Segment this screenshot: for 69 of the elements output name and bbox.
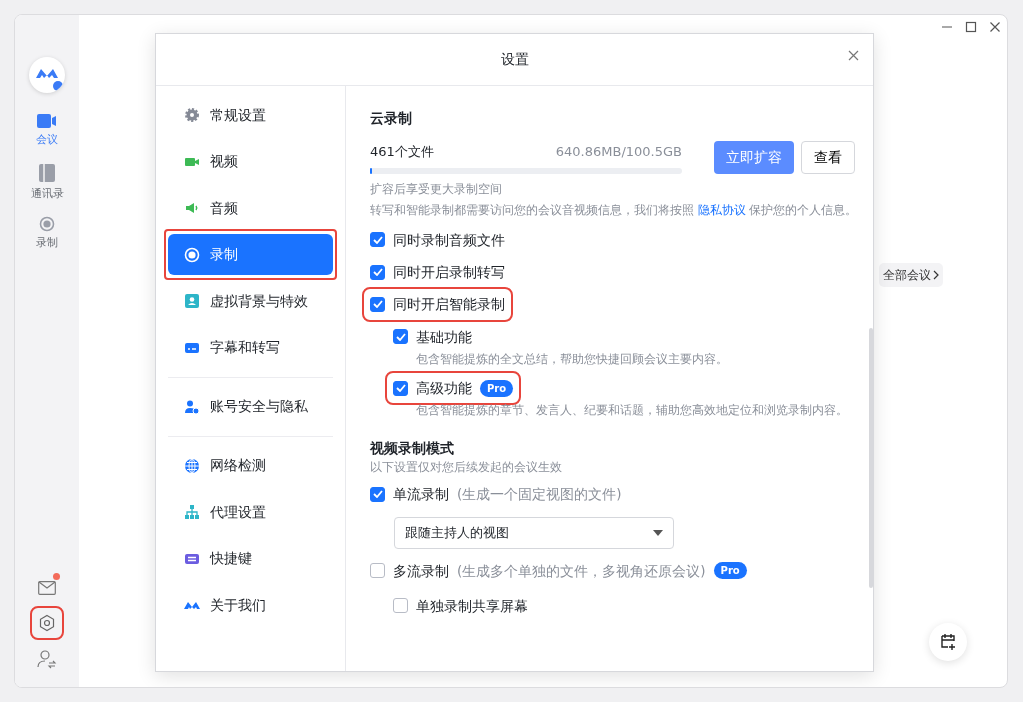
settings-nav-item[interactable]: 快捷键: [168, 538, 333, 579]
option-note: (生成一个固定视图的文件): [457, 485, 622, 505]
settings-nav-item[interactable]: 关于我们: [168, 584, 333, 626]
calendar-plus-icon: [938, 632, 958, 652]
option-label: 同时录制音频文件: [393, 230, 505, 250]
rail-tab[interactable]: 会议: [36, 113, 58, 149]
rail-tab[interactable]: 录制: [36, 216, 58, 252]
option-description: 包含智能提炼的章节、发言人、纪要和话题，辅助您高效地定位和浏览录制内容。: [416, 402, 849, 420]
record-icon: [184, 246, 200, 263]
option-label: 单流录制: [393, 485, 449, 505]
close-icon[interactable]: [848, 50, 859, 61]
mail-icon: [38, 581, 56, 595]
storage-usage: 640.86MB/100.5GB: [555, 142, 682, 161]
option-label: 同时开启智能录制: [393, 295, 505, 315]
user-shield-icon: [184, 398, 200, 415]
option-label: 多流录制: [393, 561, 449, 581]
settings-nav-item[interactable]: 视频: [168, 141, 333, 182]
checkbox[interactable]: [393, 329, 408, 345]
settings-nav-item[interactable]: 录制: [168, 234, 333, 275]
record-icon: [39, 216, 55, 232]
globe-icon: [184, 457, 200, 474]
settings-nav-item[interactable]: 代理设置: [168, 491, 333, 533]
settings-nav-item[interactable]: 虚拟背景与特效: [168, 280, 333, 322]
close-icon[interactable]: [989, 21, 1001, 33]
checkbox[interactable]: [370, 563, 385, 579]
all-meetings-link[interactable]: 全部会议: [879, 263, 943, 287]
privacy-notice: 转写和智能录制都需要访问您的会议音视频信息，我们将按照 隐私协议 保护您的个人信息。: [370, 202, 859, 220]
view-dropdown[interactable]: 跟随主持人的视图: [394, 516, 674, 549]
option-description: 包含智能提炼的全文总结，帮助您快捷回顾会议主要内容。: [416, 350, 729, 368]
checkbox[interactable]: [370, 232, 385, 248]
maximize-icon[interactable]: [965, 21, 977, 33]
book-icon: [38, 162, 56, 183]
schedule-button[interactable]: [929, 623, 967, 661]
option-label: 同时开启录制转写: [393, 263, 505, 283]
option-note: (生成多个单独的文件，多视角还原会议): [457, 561, 706, 581]
dialog-title: 设置: [500, 50, 529, 69]
hint-text: 扩容后享受更大录制空间: [370, 181, 503, 199]
section-title: 云录制: [370, 109, 413, 128]
section-subtitle: 以下设置仅对您后续发起的会议生效: [370, 458, 563, 476]
rail-tab[interactable]: 通讯录: [30, 162, 64, 202]
portrait-icon: [184, 293, 200, 309]
user-switch-icon: [37, 649, 57, 669]
settings-nav-item[interactable]: 网络检测: [168, 445, 333, 486]
checkbox[interactable]: [370, 486, 385, 502]
video-camera-icon: [37, 113, 57, 129]
option-label: 基础功能: [416, 327, 472, 347]
chevron-right-icon: [933, 270, 939, 280]
settings-nav-item[interactable]: 字幕和转写: [168, 327, 333, 368]
section-title: 视频录制模式: [370, 438, 455, 458]
privacy-link[interactable]: 隐私协议: [697, 203, 746, 218]
checkbox[interactable]: [370, 296, 385, 312]
caret-icon: [653, 529, 663, 536]
settings-nav-item[interactable]: 音频: [168, 187, 333, 229]
option-label: 单独录制共享屏幕: [416, 596, 528, 616]
file-count: 461个文件: [370, 142, 434, 161]
pro-badge: Pro: [713, 562, 747, 580]
gear-icon: [184, 107, 200, 123]
checkbox[interactable]: [393, 380, 408, 396]
app-logo-icon: [29, 57, 65, 93]
checkbox[interactable]: [370, 264, 385, 280]
pro-badge: Pro: [480, 379, 514, 397]
checkbox[interactable]: [393, 598, 408, 614]
speaker-icon: [184, 200, 200, 216]
option-label: 高级功能: [416, 379, 472, 399]
settings-nav-item[interactable]: 账号安全与隐私: [168, 386, 333, 427]
settings-nav-item[interactable]: 常规设置: [168, 94, 333, 136]
hierarchy-icon: [184, 504, 200, 520]
settings-icon: [38, 614, 56, 632]
view-button[interactable]: 查看: [800, 141, 855, 175]
